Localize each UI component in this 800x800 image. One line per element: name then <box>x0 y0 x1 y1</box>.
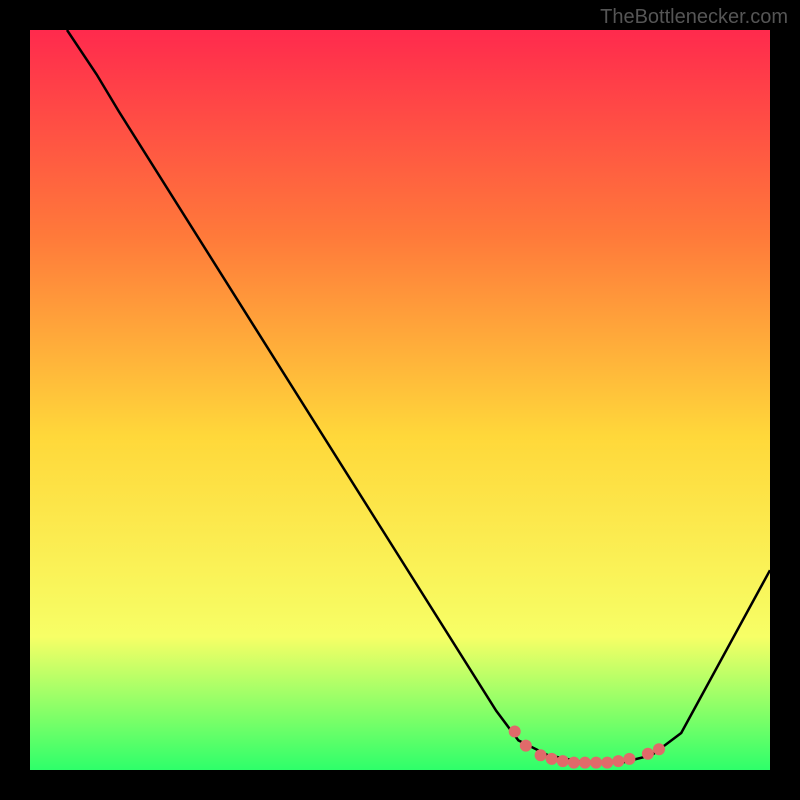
marker-dot <box>601 757 613 769</box>
marker-dot <box>579 757 591 769</box>
marker-dot <box>623 753 635 765</box>
watermark-text: TheBottlenecker.com <box>600 6 788 29</box>
marker-dot <box>520 740 532 752</box>
marker-dot <box>535 749 547 761</box>
chart-svg <box>30 30 770 770</box>
plot-area <box>30 30 770 770</box>
marker-dot <box>546 753 558 765</box>
marker-dot <box>568 757 580 769</box>
marker-dot <box>642 748 654 760</box>
chart-container: TheBottlenecker.com <box>0 0 800 800</box>
marker-dot <box>557 755 569 767</box>
marker-dot <box>590 757 602 769</box>
marker-dot <box>509 726 521 738</box>
gradient-background <box>30 30 770 770</box>
marker-dot <box>612 755 624 767</box>
marker-dot <box>653 743 665 755</box>
